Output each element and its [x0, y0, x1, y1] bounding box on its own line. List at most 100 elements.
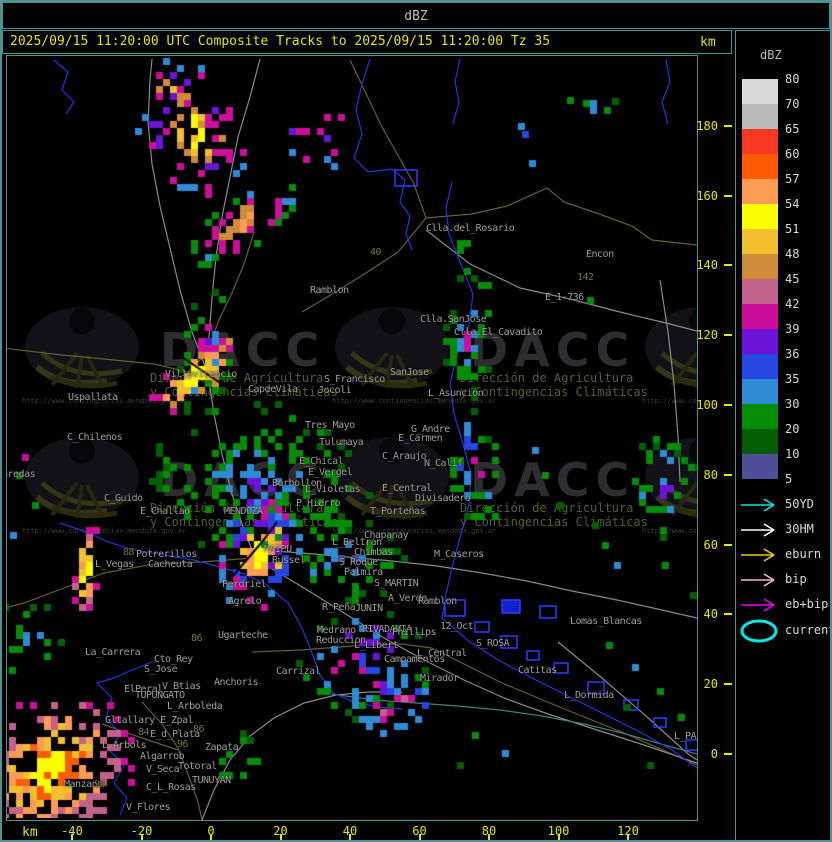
- bottom-axis-tick: [488, 834, 490, 840]
- dbz-scale-swatch: [742, 454, 778, 479]
- map-place-label: Villavicencio: [165, 369, 237, 380]
- legend-label: eb+bip: [785, 597, 829, 611]
- dbz-scale-label: 57: [785, 172, 800, 186]
- map-place-label: Encon: [586, 249, 614, 260]
- road-number-label: 86: [191, 633, 203, 644]
- map-place-label: S_Francisco: [324, 374, 385, 385]
- legend-label: current: [785, 623, 832, 637]
- dbz-scale-swatch: [742, 329, 778, 354]
- timestamp-status: 2025/09/15 11:20:00 UTC Composite Tracks…: [10, 34, 551, 49]
- road-number-label: 40: [370, 247, 382, 258]
- dbz-scale-swatch: [742, 304, 778, 329]
- right-axis-unit: km: [700, 35, 716, 50]
- right-axis-tick-label: 100: [696, 398, 718, 412]
- track-arrow-icon: [739, 522, 781, 541]
- map-place-label: S_ROSA: [476, 638, 510, 649]
- right-axis-tick-label: 180: [696, 118, 718, 133]
- right-axis-tick-label: 60: [703, 537, 718, 552]
- dbz-scale-swatch: [742, 129, 778, 154]
- right-axis-tick: [724, 613, 732, 616]
- right-axis-tick-label: 140: [696, 258, 718, 273]
- map-place-label: Totoral: [178, 761, 217, 772]
- map-place-label: E_1-736: [545, 292, 584, 303]
- map-place-label: C_Guido: [104, 493, 143, 504]
- dbz-scale-label: 54: [785, 197, 800, 211]
- dbz-scale-swatch: [742, 79, 778, 104]
- map-place-label: V_Seca: [146, 764, 180, 775]
- right-axis-tick: [724, 334, 732, 337]
- track-arrow-icon: [739, 597, 781, 616]
- road-number-label: 142: [577, 272, 594, 283]
- map-place-label: SanJose: [390, 367, 429, 378]
- map-place-label: C_L_Rosas: [146, 782, 196, 793]
- map-place-label: TUPUNGATO: [135, 690, 185, 701]
- dbz-scale-label: 20: [785, 422, 800, 436]
- map-place-label: E_Zpal: [160, 715, 194, 726]
- dbz-scale-swatch: [742, 154, 778, 179]
- dbz-scale-label: 30: [785, 397, 800, 411]
- map-place-label: Campamentos: [384, 654, 445, 665]
- right-axis-tick: [724, 753, 732, 755]
- color-scale-title: dBZ: [760, 48, 782, 62]
- dbz-scale-label: 45: [785, 272, 800, 286]
- dbz-scale-label: 51: [785, 222, 800, 236]
- dbz-scale-label: 10: [785, 447, 800, 461]
- right-axis-tick: [724, 124, 732, 127]
- legend-label: bip: [785, 572, 807, 586]
- dbz-scale-label: 65: [785, 122, 800, 136]
- map-place-label: Tres_Mayo: [305, 420, 355, 431]
- map-place-label: T_Porteñas: [370, 506, 426, 517]
- map-place-label: L_Vegas: [95, 559, 134, 570]
- dbz-scale-label: 36: [785, 347, 800, 361]
- track-arrow-icon: [739, 572, 781, 591]
- map-place-label: Perdriel: [222, 579, 267, 590]
- map-place-label: E_Challao: [140, 506, 190, 517]
- map-place-label: L_Dormida: [564, 690, 614, 701]
- dbz-scale-swatch: [742, 204, 778, 229]
- map-place-label: Carrizal: [276, 666, 321, 677]
- map-place-label: L_Violetas: [305, 484, 361, 495]
- map-place-label: L_Asuncion: [428, 388, 484, 399]
- map-place-label: TUNUYAN: [192, 775, 231, 786]
- map-place-label: JUNIN: [355, 603, 383, 614]
- map-place-label: Phillips: [392, 627, 437, 638]
- dbz-scale-label: 48: [785, 247, 800, 261]
- right-axis-tick-label: 160: [696, 188, 718, 203]
- map-place-label: Divisadero: [415, 493, 471, 504]
- map-place-label: E_d_Plata: [150, 729, 200, 740]
- map-place-label: R_Peña: [322, 602, 356, 613]
- dbz-scale-swatch: [742, 254, 778, 279]
- dbz-scale-label: 70: [785, 97, 800, 111]
- map-place-label: Catitas: [518, 665, 557, 676]
- map-place-label: Cacheuta: [148, 559, 193, 570]
- map-place-label: La_Carrera: [85, 647, 141, 658]
- right-axis-tick: [724, 404, 732, 406]
- track-arrow-icon: [739, 497, 781, 516]
- map-place-label: MAIPU: [264, 544, 292, 555]
- map-place-label: L_Arboleda: [167, 701, 223, 712]
- dbz-scale-swatch: [742, 104, 778, 129]
- map-place-label: Clla.del_Rosario: [426, 223, 515, 234]
- map-place-label: aredas: [7, 469, 36, 480]
- dbz-scale-label: 42: [785, 297, 800, 311]
- dbz-scale-label: 60: [785, 147, 800, 161]
- map-place-label: Zapata: [205, 742, 239, 753]
- map-place-label: Gltallary: [105, 715, 155, 726]
- dbz-scale-label: 5: [785, 472, 793, 486]
- radar-app-window: dBZ 2025/09/15 11:20:00 UTC Composite Tr…: [0, 0, 832, 842]
- right-axis-tick-label: 40: [703, 607, 718, 622]
- map-place-label: Ramblon: [418, 596, 457, 607]
- map-place-label: S_Jose: [144, 664, 178, 675]
- map-place-label: N_Calif: [424, 458, 463, 469]
- bottom-axis-tick: [627, 834, 629, 840]
- right-axis-tick-label: 80: [703, 467, 718, 482]
- page-title: dBZ: [404, 9, 428, 24]
- right-axis-tick-label: 0: [710, 747, 718, 761]
- map-place-label: Clla.El_Cavadito: [454, 327, 543, 338]
- legend-label: 30HM: [785, 522, 814, 536]
- map-place-label: CapdeVila: [248, 384, 298, 395]
- dbz-scale-swatch: [742, 429, 778, 454]
- legend-label: 50YD: [785, 497, 814, 511]
- bottom-axis-unit: km: [22, 825, 38, 840]
- right-axis-tick: [724, 543, 732, 546]
